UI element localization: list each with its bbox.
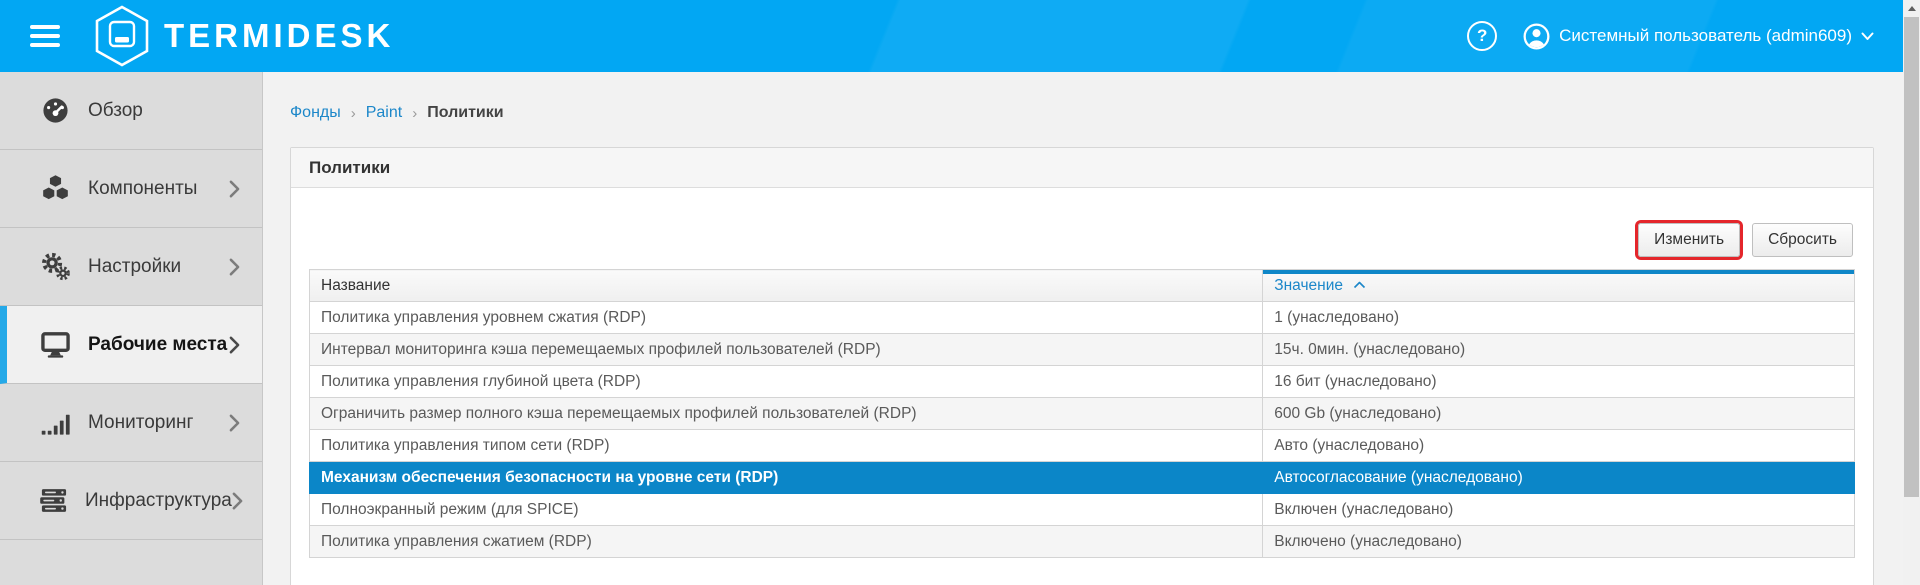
- hamburger-menu-icon[interactable]: [30, 25, 60, 47]
- cubes-icon: [38, 174, 72, 203]
- breadcrumb: Фонды › Paint › Политики: [290, 104, 1920, 122]
- tachometer-icon: [38, 96, 72, 125]
- policy-value-cell: 600 Gb (унаследовано): [1263, 398, 1855, 430]
- policy-value-cell: Включен (унаследовано): [1263, 494, 1855, 526]
- edit-button[interactable]: Изменить: [1638, 223, 1740, 257]
- policy-value-cell: Включено (унаследовано): [1263, 526, 1855, 558]
- policy-name-cell: Полноэкранный режим (для SPICE): [310, 494, 1263, 526]
- main-content: Фонды › Paint › Политики Политики Изменить С…: [263, 72, 1920, 585]
- chevron-right-icon: [229, 336, 240, 354]
- user-avatar-icon: [1523, 23, 1550, 50]
- table-row[interactable]: Механизм обеспечения безопасности на уро…: [310, 462, 1855, 494]
- sidebar-item-компоненты[interactable]: Компоненты: [0, 150, 262, 228]
- sidebar-item-мониторинг[interactable]: Мониторинг: [0, 384, 262, 462]
- policies-table: Название Значение Политика управления ур…: [309, 269, 1855, 558]
- breadcrumb-separator: ›: [351, 105, 356, 122]
- chevron-right-icon: [232, 492, 243, 510]
- policy-name-cell: Ограничить размер полного кэша перемещае…: [310, 398, 1263, 430]
- table-row[interactable]: Политика управления сжатием (RDP) Включе…: [310, 526, 1855, 558]
- toolbar: Изменить Сбросить: [309, 223, 1853, 257]
- policy-name-cell: Интервал мониторинга кэша перемещаемых п…: [310, 334, 1263, 366]
- desktop-icon: [38, 330, 72, 359]
- chevron-right-icon: [229, 258, 240, 276]
- column-header-name[interactable]: Название: [310, 270, 1263, 302]
- breadcrumb-link-paint[interactable]: Paint: [366, 104, 402, 122]
- top-bar: TERMIDESK Системный пользователь (admin6…: [0, 0, 1920, 72]
- brand-name: TERMIDESK: [164, 19, 394, 52]
- policy-name-cell: Политика управления уровнем сжатия (RDP): [310, 302, 1263, 334]
- panel-body: Изменить Сбросить Название Значение Поли…: [291, 188, 1873, 576]
- sidebar-empty-area: [0, 540, 262, 585]
- policy-value-cell: 16 бит (унаследовано): [1263, 366, 1855, 398]
- policies-panel: Политики Изменить Сбросить Название Знач…: [290, 147, 1874, 585]
- user-menu[interactable]: Системный пользователь (admin609): [1523, 23, 1874, 50]
- servers-icon: [38, 486, 69, 515]
- breadcrumb-separator: ›: [412, 105, 417, 122]
- policy-name-cell: Механизм обеспечения безопасности на уро…: [310, 462, 1263, 494]
- chevron-down-icon: [1861, 32, 1874, 41]
- vertical-scrollbar[interactable]: [1903, 0, 1920, 585]
- policy-name-cell: Политика управления глубиной цвета (RDP): [310, 366, 1263, 398]
- sidebar-item-настройки[interactable]: Настройки: [0, 228, 262, 306]
- help-icon[interactable]: [1467, 21, 1497, 51]
- policy-name-cell: Политика управления типом сети (RDP): [310, 430, 1263, 462]
- policy-name-cell: Политика управления сжатием (RDP): [310, 526, 1263, 558]
- column-header-value[interactable]: Значение: [1263, 270, 1855, 302]
- chart-bars-icon: [38, 408, 72, 437]
- policy-value-cell: 1 (унаследовано): [1263, 302, 1855, 334]
- policy-value-cell: 15ч. 0мин. (унаследовано): [1263, 334, 1855, 366]
- table-row[interactable]: Политика управления глубиной цвета (RDP)…: [310, 366, 1855, 398]
- policy-value-cell: Автосогласование (унаследовано): [1263, 462, 1855, 494]
- table-row[interactable]: Политика управления типом сети (RDP) Авт…: [310, 430, 1855, 462]
- table-row[interactable]: Ограничить размер полного кэша перемещае…: [310, 398, 1855, 430]
- sidebar-item-рабочие-места[interactable]: Рабочие места: [0, 306, 262, 384]
- logo-link[interactable]: TERMIDESK: [94, 5, 394, 67]
- breadcrumb-link-фонды[interactable]: Фонды: [290, 104, 341, 122]
- sidebar: Обзор Компоненты Настройки Рабочие места…: [0, 72, 263, 585]
- user-name: Системный пользователь (admin609): [1559, 26, 1852, 46]
- policy-value-cell: Авто (унаследовано): [1263, 430, 1855, 462]
- sort-asc-icon: [1353, 277, 1366, 295]
- page-title: Политики: [309, 158, 390, 178]
- chevron-right-icon: [229, 414, 240, 432]
- chevron-right-icon: [229, 180, 240, 198]
- sidebar-item-инфраструктура[interactable]: Инфраструктура: [0, 462, 262, 540]
- termidesk-logo-icon: [94, 5, 150, 67]
- table-header-row: Название Значение: [310, 270, 1855, 302]
- table-row[interactable]: Полноэкранный режим (для SPICE) Включен …: [310, 494, 1855, 526]
- breadcrumb-current-политики: Политики: [427, 104, 503, 122]
- table-row[interactable]: Интервал мониторинга кэша перемещаемых п…: [310, 334, 1855, 366]
- table-row[interactable]: Политика управления уровнем сжатия (RDP)…: [310, 302, 1855, 334]
- scrollbar-up-arrow-icon[interactable]: [1903, 0, 1920, 17]
- panel-header: Политики: [291, 148, 1873, 188]
- gears-icon: [38, 252, 72, 281]
- scrollbar-thumb[interactable]: [1904, 17, 1919, 497]
- sidebar-item-обзор[interactable]: Обзор: [0, 72, 262, 150]
- reset-button[interactable]: Сбросить: [1752, 223, 1853, 257]
